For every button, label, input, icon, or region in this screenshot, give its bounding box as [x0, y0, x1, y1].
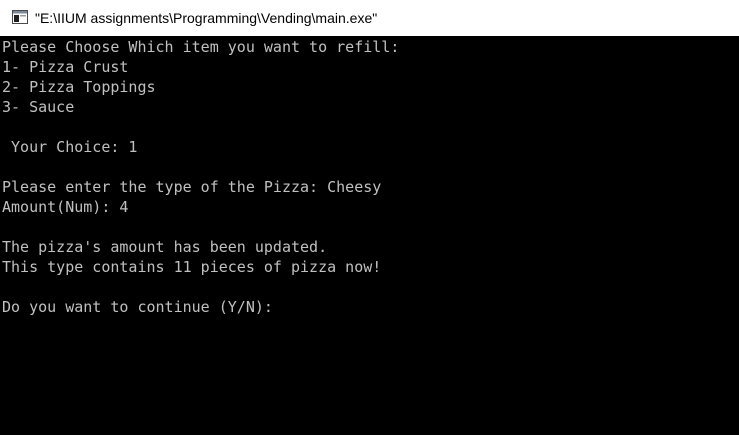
console-lines: Please Choose Which item you want to ref… — [2, 37, 399, 317]
console-line: 2- Pizza Toppings — [2, 78, 156, 96]
console-line: 1- Pizza Crust — [2, 58, 129, 76]
console-prompt-line[interactable]: Do you want to continue (Y/N): — [2, 297, 399, 317]
console-window: "E:\IIUM assignments\Programming\Vending… — [0, 0, 739, 435]
window-title: "E:\IIUM assignments\Programming\Vending… — [35, 10, 378, 26]
console-line: Your Choice: 1 — [2, 138, 138, 156]
title-bar[interactable]: "E:\IIUM assignments\Programming\Vending… — [0, 0, 739, 36]
console-line: 3- Sauce — [2, 98, 75, 116]
console-line: Amount(Num): 4 — [2, 198, 129, 216]
console-line: Please enter the type of the Pizza: Chee… — [2, 178, 382, 196]
console-line: Please Choose Which item you want to ref… — [2, 38, 400, 56]
console-app-icon — [12, 10, 28, 24]
console-line: The pizza's amount has been updated. — [2, 238, 328, 256]
console-line: This type contains 11 pieces of pizza no… — [2, 258, 382, 276]
console-output[interactable]: Please Choose Which item you want to ref… — [0, 36, 739, 435]
